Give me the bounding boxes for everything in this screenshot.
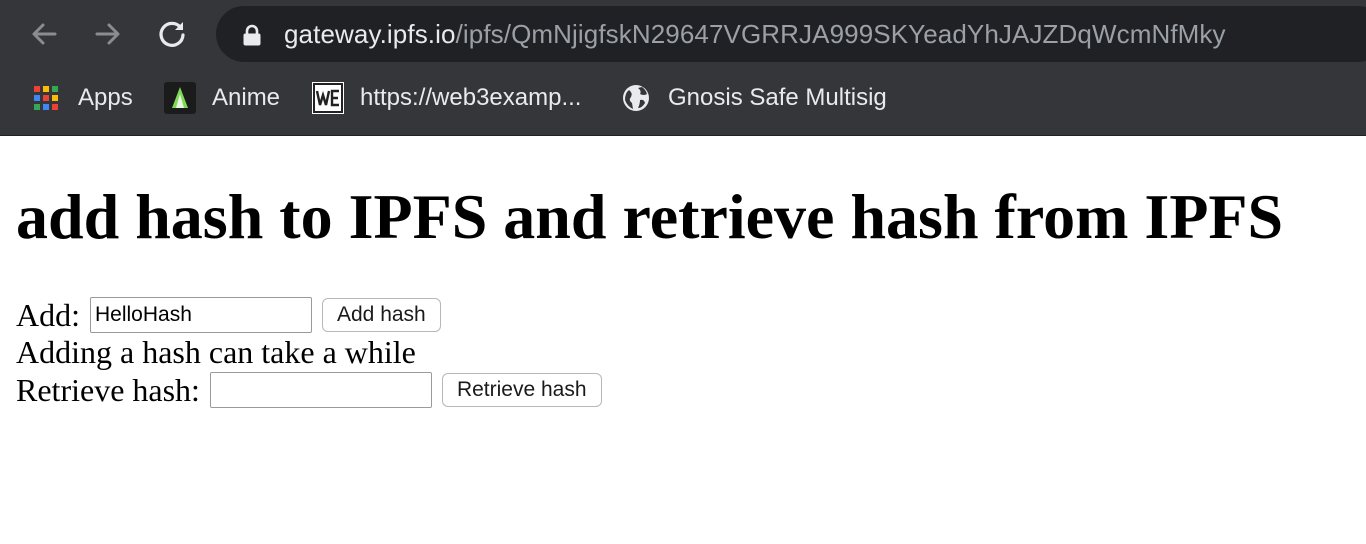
- page-title: add hash to IPFS and retrieve hash from …: [16, 181, 1284, 252]
- url-path: /ipfs/QmNjigfskN29647VGRRJA999SKYeadYhJA…: [455, 19, 1226, 49]
- bookmark-anime[interactable]: Anime: [164, 80, 280, 116]
- add-label: Add:: [16, 296, 80, 333]
- bookmark-label: Anime: [212, 84, 281, 111]
- arrow-right-icon: [95, 23, 120, 45]
- retrieve-hash-input[interactable]: [209, 372, 432, 408]
- lock-icon: [243, 24, 261, 46]
- add-hash-row: Add: Add hash: [16, 296, 441, 334]
- retrieve-label: Retrieve hash:: [16, 371, 200, 408]
- globe-icon: [620, 82, 652, 114]
- bookmark-label: Gnosis Safe Multisig: [668, 84, 887, 111]
- reload-button[interactable]: [152, 14, 192, 54]
- reload-icon: [159, 21, 185, 47]
- back-button[interactable]: [24, 14, 64, 54]
- apps-grid-icon: [30, 82, 62, 114]
- address-bar[interactable]: gateway.ipfs.io/ipfs/QmNjigfskN29647VGRR…: [216, 6, 1366, 62]
- adding-note: Adding a hash can take a while: [16, 334, 416, 370]
- browser-chrome: gateway.ipfs.io/ipfs/QmNjigfskN29647VGRR…: [0, 0, 1366, 136]
- forward-button[interactable]: [88, 14, 128, 54]
- bookmark-apps[interactable]: Apps: [30, 80, 133, 116]
- bookmark-label: https://web3examp...: [360, 84, 582, 111]
- arrow-left-icon: [32, 23, 57, 45]
- url-text: gateway.ipfs.io/ipfs/QmNjigfskN29647VGRR…: [284, 18, 1226, 50]
- retrieve-hash-button[interactable]: Retrieve hash: [441, 373, 602, 407]
- adding-note-text: Adding a hash can take a while: [16, 333, 416, 370]
- web3-favicon-icon: [312, 82, 344, 114]
- bookmark-web3-example[interactable]: https://web3examp...: [312, 80, 581, 116]
- anime-favicon-icon: [164, 82, 196, 114]
- bookmarks-bar: Apps Anime https://web3examp... Gnosis S…: [0, 74, 1366, 122]
- add-hash-input[interactable]: [90, 297, 312, 333]
- add-hash-button[interactable]: Add hash: [322, 298, 441, 332]
- url-host: gateway.ipfs.io: [284, 19, 456, 49]
- bookmark-gnosis-safe[interactable]: Gnosis Safe Multisig: [620, 80, 887, 116]
- bookmark-label: Apps: [78, 84, 133, 111]
- retrieve-hash-row: Retrieve hash: Retrieve hash: [16, 370, 602, 410]
